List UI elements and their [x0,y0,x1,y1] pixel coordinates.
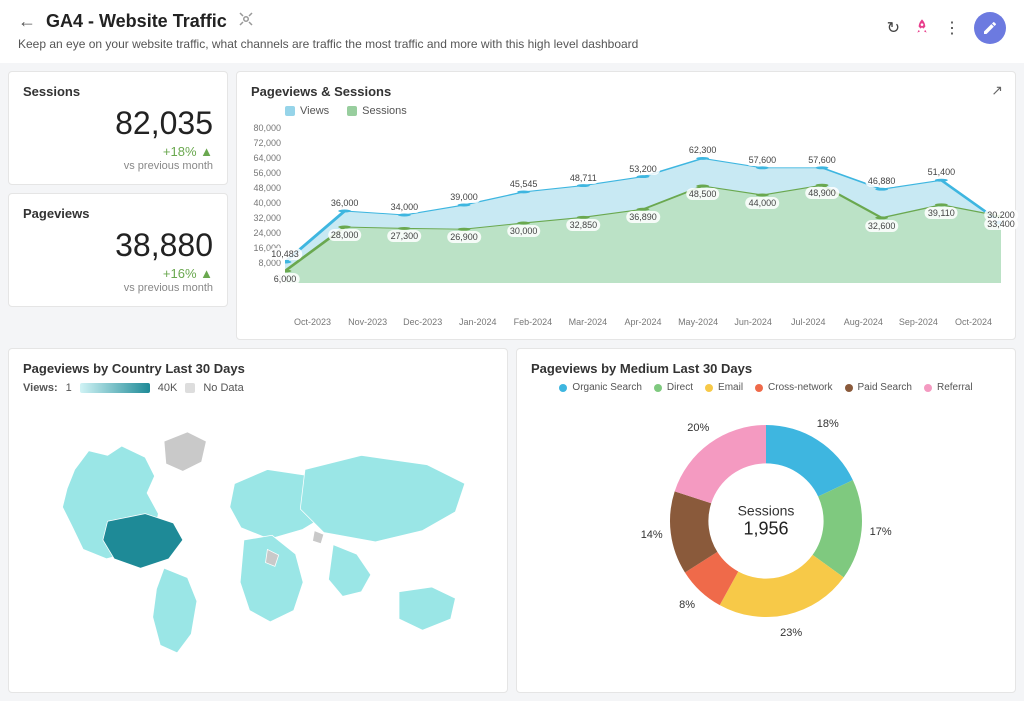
data-point-label: 36,000 [328,197,362,209]
data-point-label: 10,483 [268,248,302,260]
pageviews-title: Pageviews [23,206,213,221]
donut-legend-item: Referral [924,382,973,393]
map-legend: Views: 1 40K No Data [23,382,493,394]
donut-slice-label: 20% [687,422,709,434]
data-point-label: 39,110 [925,207,958,219]
donut-slice-label: 14% [641,529,663,541]
donut-center: Sessions 1,956 [738,503,795,540]
sessions-value: 82,035 [23,105,213,142]
edit-button[interactable] [974,12,1006,44]
gradient-bar [80,383,150,393]
data-point-label: 53,200 [626,163,660,175]
donut-center-label: Sessions [738,503,795,519]
data-point-label: 45,545 [507,178,541,190]
data-point-label: 46,880 [865,175,899,187]
nodata-label: No Data [203,382,243,394]
map-title: Pageviews by Country Last 30 Days [23,361,493,376]
data-point-label: 33,400 [984,218,1018,230]
data-point-label: 6,000 [271,273,300,285]
page-title: GA4 - Website Traffic [46,11,227,32]
data-point-label: 39,000 [447,191,481,203]
donut-slice-label: 23% [780,627,802,639]
world-map[interactable] [23,400,493,680]
donut-slice-label: 17% [870,526,892,538]
satellite-icon[interactable] [237,10,255,33]
donut-chart[interactable]: Sessions 1,956 18%17%23%8%14%20% [646,401,886,641]
header-actions: ↻ ⋮ [887,12,1006,44]
kpi-stack: Sessions 82,035 +18% ▲ vs previous month… [8,71,228,340]
map-legend-min: 1 [66,382,72,394]
donut-legend-item: Paid Search [845,382,912,393]
title-row: ← GA4 - Website Traffic [18,10,887,33]
data-point-label: 32,600 [865,220,899,232]
data-point-label: 32,850 [567,219,601,231]
data-point-label: 51,400 [925,166,959,178]
header-left: ← GA4 - Website Traffic Keep an eye on y… [18,10,887,51]
sessions-sub: vs previous month [23,160,213,172]
more-icon[interactable]: ⋮ [944,18,960,38]
x-axis: Oct-2023Nov-2023Dec-2023Jan-2024Feb-2024… [285,317,1001,327]
refresh-icon[interactable]: ↻ [887,18,900,38]
donut-legend-item: Cross-network [755,382,832,393]
map-legend-max: 40K [158,382,178,394]
data-point-label: 36,890 [626,211,660,223]
data-point-label: 62,300 [686,144,720,156]
donut-legend-item: Direct [654,382,693,393]
donut-legend-item: Organic Search [559,382,641,393]
data-point-label: 48,711 [567,172,600,184]
data-point-label: 27,300 [388,230,422,242]
donut-slice-label: 18% [817,418,839,430]
back-arrow-icon[interactable]: ← [18,11,36,32]
pageviews-delta: +16% ▲ [23,266,213,281]
data-point-label: 30,000 [507,225,541,237]
pageviews-sub: vs previous month [23,282,213,294]
donut-card[interactable]: Pageviews by Medium Last 30 Days Organic… [516,348,1016,693]
area-legend: Views Sessions [285,105,1001,117]
pageviews-card[interactable]: Pageviews 38,880 +16% ▲ vs previous mont… [8,193,228,307]
donut-legend: Organic Search Direct Email Cross-network Pa… [531,382,1001,393]
map-legend-label: Views: [23,382,58,394]
data-point-label: 34,000 [388,201,422,213]
data-point-label: 44,000 [746,197,780,209]
area-chart-title: Pageviews & Sessions [251,84,1001,99]
donut-slice-label: 8% [679,599,695,611]
sessions-title: Sessions [23,84,213,99]
pageviews-value: 38,880 [23,227,213,264]
area-chart-body: 80,00072,00064,00056,00048,00040,00032,0… [251,123,1001,313]
page-subtitle: Keep an eye on your website traffic, wha… [18,37,887,51]
bottom-row: Pageviews by Country Last 30 Days Views:… [0,348,1024,701]
top-grid: Sessions 82,035 +18% ▲ vs previous month… [0,63,1024,348]
data-point-label: 48,900 [805,187,839,199]
legend-views: Views [285,105,329,117]
legend-sessions: Sessions [347,105,407,117]
data-point-label: 57,600 [746,154,780,166]
area-chart-card[interactable]: ↗ Pageviews & Sessions Views Sessions 80… [236,71,1016,340]
data-point-label: 26,900 [447,231,481,243]
data-point-label: 48,500 [686,188,720,200]
donut-title: Pageviews by Medium Last 30 Days [531,361,1001,376]
page-header: ← GA4 - Website Traffic Keep an eye on y… [0,0,1024,63]
sessions-card[interactable]: Sessions 82,035 +18% ▲ vs previous month [8,71,228,185]
donut-legend-item: Email [705,382,743,393]
sessions-swatch [347,106,357,116]
expand-icon[interactable]: ↗ [991,82,1003,99]
views-swatch [285,106,295,116]
donut-center-value: 1,956 [738,519,795,540]
data-point-label: 57,600 [805,154,839,166]
map-card[interactable]: Pageviews by Country Last 30 Days Views:… [8,348,508,693]
data-point-label: 28,000 [328,229,362,241]
sessions-delta: +18% ▲ [23,144,213,159]
rocket-icon[interactable] [914,18,930,39]
nodata-swatch [185,383,195,393]
area-plot: 10,48336,00034,00039,00045,54548,71153,2… [285,123,1001,283]
